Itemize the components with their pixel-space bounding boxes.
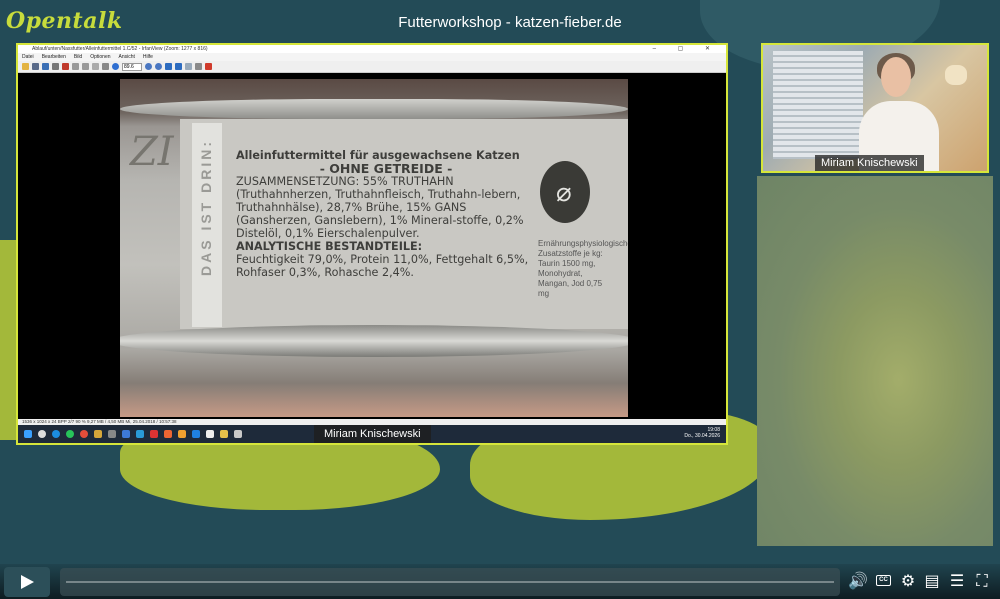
play-button[interactable] (4, 567, 50, 597)
chrome-icon (80, 430, 88, 438)
paste-icon (92, 63, 99, 70)
screen-share-tile[interactable]: Ablauf/unten/Nassfutter/Alleinfuttermitt… (16, 43, 728, 445)
edge-icon (52, 430, 60, 438)
app-icon (178, 430, 186, 438)
undo-icon (102, 63, 109, 70)
menu-item: Bild (73, 54, 83, 60)
can-rim-top (120, 99, 628, 119)
volume-icon[interactable]: 🔊 (848, 573, 868, 589)
ingredients-text: Alleinfuttermittel für ausgewachsene Kat… (236, 149, 536, 279)
participant-face (881, 57, 911, 97)
info-icon (112, 63, 119, 70)
window-menu-bar: Datei Bearbeiten Bild Optionen Ansicht H… (18, 53, 726, 61)
window-toolbar: 89.6 (18, 61, 726, 73)
progress-bar[interactable] (60, 568, 840, 596)
play-icon (21, 575, 34, 589)
screen-share-name-label: Miriam Knischewski (314, 425, 431, 443)
captions-button[interactable]: CC (876, 575, 891, 586)
progress-track (66, 581, 834, 583)
settings-icon (195, 63, 202, 70)
video-stage: Opentalk Futterworkshop - katzen-fieber.… (0, 0, 1000, 599)
window-title-bar: Ablauf/unten/Nassfutter/Alleinfuttermitt… (18, 45, 726, 53)
grain-icon: ⌀ (556, 177, 572, 207)
app-icon (150, 430, 158, 438)
menu-item: Ansicht (118, 54, 135, 60)
label-band-text: DAS IST DRIN: (198, 139, 214, 276)
app-icon (220, 430, 228, 438)
zoom-in-icon (145, 63, 152, 70)
app-icon (234, 430, 242, 438)
analysis-heading: ANALYTISCHE BESTANDTEILE: (236, 240, 423, 253)
menu-item: Datei (22, 54, 34, 60)
cat-food-can-photo: ZI DAS IST DRIN: Alleinfuttermittel für … (120, 79, 628, 417)
cut-icon (72, 63, 79, 70)
print-icon (52, 63, 59, 70)
app-icon (164, 430, 172, 438)
copy-icon (82, 63, 89, 70)
menu-item: Hilfe (142, 54, 153, 60)
video-player-controls: 🔊 CC ⚙ ▤ ☰ ⛶ (0, 564, 1000, 599)
participant-video-tile[interactable]: Miriam Knischewski (761, 43, 989, 173)
participant-name-label: Miriam Knischewski (815, 155, 924, 171)
app-icon (94, 430, 102, 438)
app-icon (192, 430, 200, 438)
brand-lettering: ZI (130, 129, 174, 175)
lamp (945, 65, 967, 85)
menu-item: Optionen (90, 54, 111, 60)
window-controls: – ▢ ✕ (652, 46, 720, 52)
whatsapp-icon (66, 430, 74, 438)
composition-text: ZUSAMMENSETZUNG: 55% TRUTHAHN (Truthahnh… (236, 175, 524, 240)
chapters-icon[interactable]: ☰ (948, 573, 966, 589)
save-icon (42, 63, 49, 70)
app-icon (122, 430, 130, 438)
zoom-field: 89.6 (122, 62, 142, 71)
delete-icon (62, 63, 69, 70)
open-icon (22, 63, 29, 70)
meeting-title: Futterworkshop - katzen-fieber.de (398, 14, 622, 31)
app-icon (108, 430, 116, 438)
taskbar-clock: 19:08 Do., 30.04.2026 (684, 427, 720, 439)
slideshow-icon (32, 63, 39, 70)
settings-icon[interactable]: ⚙ (899, 573, 917, 589)
additives-text: Ernährungsphysiologische Zusatzstoffe je… (538, 239, 628, 298)
window-title: Ablauf/unten/Nassfutter/Alleinfuttermitt… (32, 46, 208, 52)
clock-date: Do., 30.04.2026 (684, 433, 720, 439)
previous-icon (165, 63, 172, 70)
app-icon (136, 430, 144, 438)
windows-start-icon (24, 430, 32, 438)
blurred-side-panel (757, 176, 993, 546)
window-blinds (773, 51, 863, 159)
no-grain-heading: - OHNE GETREIDE - (319, 161, 453, 176)
next-icon (175, 63, 182, 70)
irfanview-icon (205, 63, 212, 70)
opentalk-logo: Opentalk (6, 8, 123, 34)
analysis-text: Feuchtigkeit 79,0%, Protein 11,0%, Fettg… (236, 253, 529, 279)
fullscreen-icon[interactable]: ⛶ (973, 573, 991, 589)
thumbnails-icon (185, 63, 192, 70)
zoom-out-icon (155, 63, 162, 70)
transcript-icon[interactable]: ▤ (923, 573, 941, 589)
search-icon (38, 430, 46, 438)
image-viewer: ZI DAS IST DRIN: Alleinfuttermittel für … (18, 73, 726, 419)
menu-item: Bearbeiten (41, 54, 66, 60)
can-rim-bottom (120, 325, 628, 357)
app-icon (206, 430, 214, 438)
